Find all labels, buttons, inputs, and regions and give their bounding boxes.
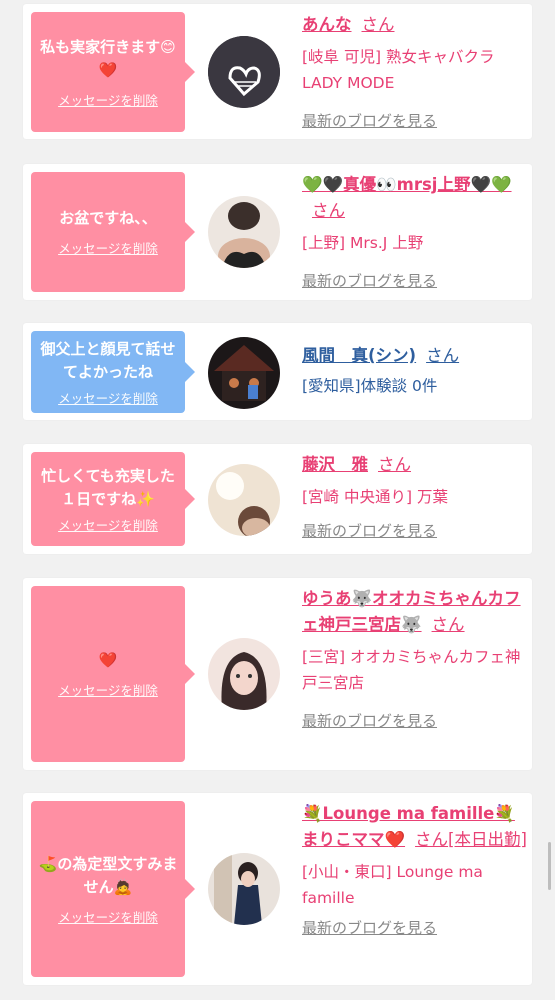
message-bubble: ⛳の為定型文すみません🙇 メッセージを削除: [31, 801, 195, 977]
sender-name-link[interactable]: あんな さん: [302, 12, 527, 38]
honorific: さん: [431, 615, 465, 634]
shop-info: [上野] Mrs.J 上野: [302, 234, 424, 252]
message-bubble: お盆ですね、、 メッセージを削除: [31, 172, 195, 292]
message-text: お盆ですね、、: [59, 209, 157, 227]
honorific: さん: [378, 455, 411, 474]
message-card: 忙しくても充実した１日ですね✨ メッセージを削除 藤沢 雅さん [宮崎 中央通り…: [23, 444, 532, 554]
message-bubble: ❤️ メッセージを削除: [31, 586, 195, 762]
sender-name-link[interactable]: 💐Lounge ma famille💐まりこママ❤️ さん[本日出勤]: [302, 801, 527, 853]
scrollbar[interactable]: [548, 842, 551, 890]
message-card: 私も実家行きます😊❤️ メッセージを削除 あんな さん [岐阜 可児] 熟女キャバ…: [23, 4, 532, 139]
honorific: さん[本日出勤]: [415, 830, 527, 849]
honorific: さん: [361, 15, 395, 34]
honorific: さん: [426, 346, 460, 365]
shop-info: [岐阜 可児] 熟女キャバクラ LADY MODE: [302, 48, 495, 92]
avatar[interactable]: [208, 464, 280, 536]
avatar[interactable]: [208, 853, 280, 925]
latest-blog-link[interactable]: 最新のブログを見る: [302, 710, 527, 731]
latest-blog-link[interactable]: 最新のブログを見る: [302, 110, 527, 131]
avatar[interactable]: [208, 337, 280, 409]
sender-info: あんな さん [岐阜 可児] 熟女キャバクラ LADY MODE 最新のブログを見…: [302, 12, 527, 131]
latest-blog-link[interactable]: 最新のブログを見る: [302, 520, 527, 541]
sender-info: 💐Lounge ma famille💐まりこママ❤️ さん[本日出勤] [小山・東…: [302, 801, 527, 938]
delete-message-link[interactable]: メッセージを削除: [58, 680, 158, 699]
latest-blog-link[interactable]: 最新のブログを見る: [302, 917, 527, 938]
message-text: ⛳の為定型文すみません🙇: [38, 854, 178, 896]
avatar[interactable]: [208, 638, 280, 710]
avatar[interactable]: [208, 196, 280, 268]
sender-info: 風間 真(シン) さん [愛知県]体験談 0件: [302, 343, 527, 399]
sender-info: ゆうあ🐺オオカミちゃんカフェ神戸三宮店🐺 さん [三宮] オオカミちゃんカフェ神戸…: [302, 586, 527, 731]
message-card: 御父上と顔見て話せてよかったね メッセージを削除 風間 真(シン) さん [愛知県…: [23, 323, 532, 420]
delete-message-link[interactable]: メッセージを削除: [58, 515, 158, 534]
message-card: ❤️ メッセージを削除 ゆうあ🐺オオカミちゃんカフェ神戸三宮店🐺 さん [三宮] …: [23, 578, 532, 770]
delete-message-link[interactable]: メッセージを削除: [58, 388, 158, 407]
sender-info: 藤沢 雅さん [宮崎 中央通り] 万葉 最新のブログを見る: [302, 452, 527, 541]
message-bubble: 御父上と顔見て話せてよかったね メッセージを削除: [31, 331, 195, 413]
message-card: お盆ですね、、 メッセージを削除 💚🖤真優👀mrsj上野🖤💚さん [上野] Mr…: [23, 164, 532, 300]
shop-info: [愛知県]体験談 0件: [302, 377, 438, 395]
delete-message-link[interactable]: メッセージを削除: [58, 907, 158, 926]
delete-message-link[interactable]: メッセージを削除: [58, 238, 158, 257]
sender-name-link[interactable]: 💚🖤真優👀mrsj上野🖤💚さん: [302, 172, 527, 224]
shop-info: [三宮] オオカミちゃんカフェ神戸三宮店: [302, 648, 521, 692]
sender-name-link[interactable]: ゆうあ🐺オオカミちゃんカフェ神戸三宮店🐺 さん: [302, 586, 527, 638]
honorific: さん: [312, 201, 345, 220]
sender-name-link[interactable]: 藤沢 雅さん: [302, 452, 527, 478]
sender-name-link[interactable]: 風間 真(シン) さん: [302, 343, 527, 369]
shop-info: [小山・東口] Lounge ma famille: [302, 863, 483, 907]
message-bubble: 忙しくても充実した１日ですね✨ メッセージを削除: [31, 452, 195, 546]
latest-blog-link[interactable]: 最新のブログを見る: [302, 270, 527, 291]
delete-message-link[interactable]: メッセージを削除: [58, 90, 158, 109]
message-card: ⛳の為定型文すみません🙇 メッセージを削除 💐Lounge ma famille…: [23, 793, 532, 985]
message-text: 忙しくても充実した１日ですね✨: [41, 466, 175, 508]
shop-info: [宮崎 中央通り] 万葉: [302, 488, 448, 506]
sender-info: 💚🖤真優👀mrsj上野🖤💚さん [上野] Mrs.J 上野 最新のブログを見る: [302, 172, 527, 291]
message-text: 私も実家行きます😊❤️: [40, 37, 176, 79]
avatar[interactable]: [208, 36, 280, 108]
message-text: ❤️: [98, 651, 118, 669]
message-bubble: 私も実家行きます😊❤️ メッセージを削除: [31, 12, 195, 132]
message-text: 御父上と顔見て話せてよかったね: [40, 339, 176, 381]
